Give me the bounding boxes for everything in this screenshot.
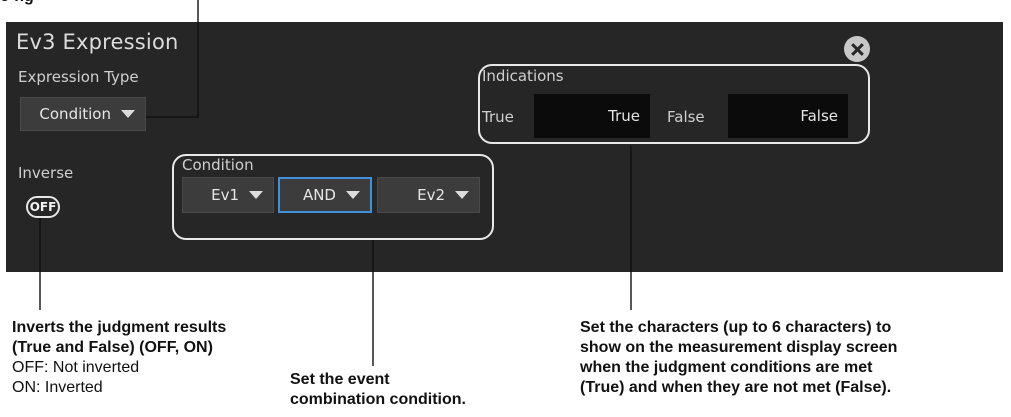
condition-annotation: Set the event combination condition. (290, 371, 466, 408)
indications-annotation: Set the characters (up to 6 characters) … (580, 319, 898, 396)
inverse-annotation: Inverts the judgment results (True and F… (12, 319, 227, 396)
